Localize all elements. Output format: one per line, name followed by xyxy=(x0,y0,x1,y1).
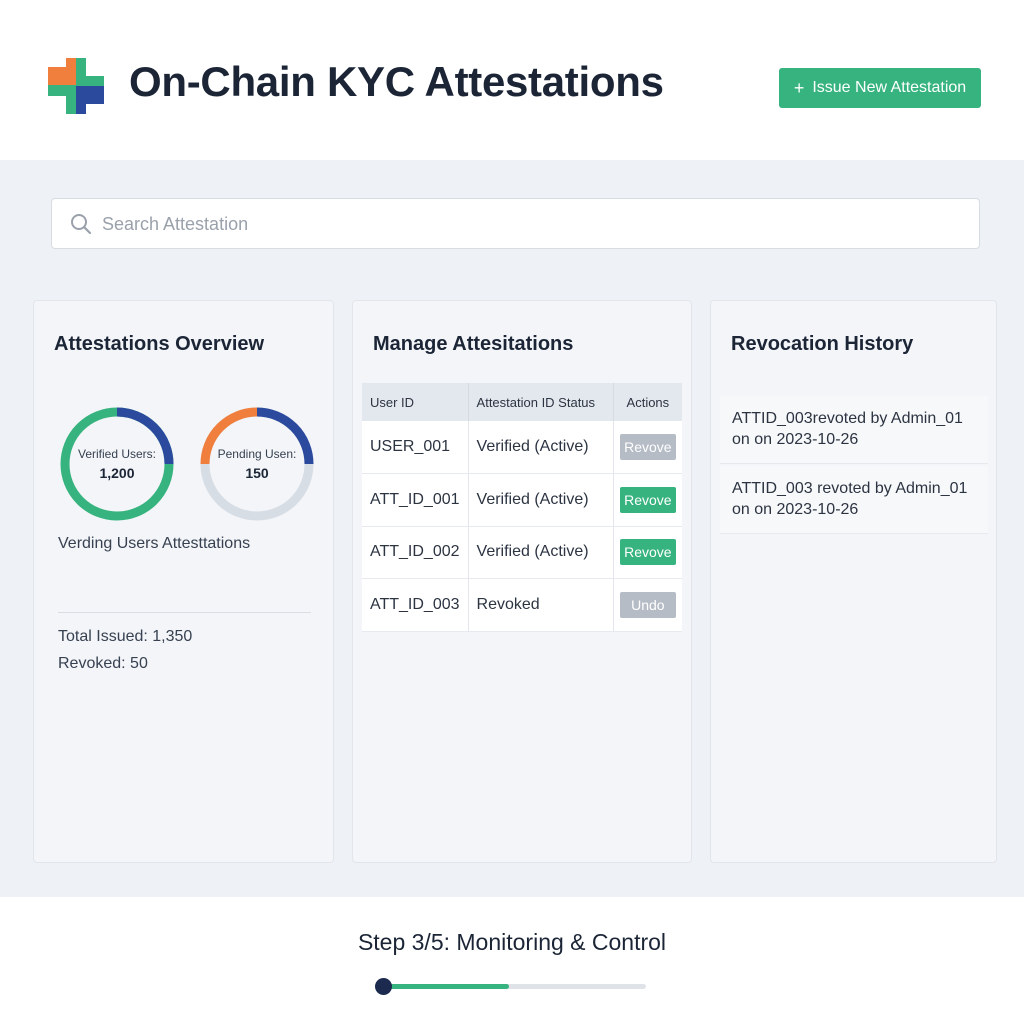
table-row: ATT_ID_002 Verified (Active) Revove xyxy=(362,526,682,579)
plus-icon: + xyxy=(793,78,805,98)
donut-value: 150 xyxy=(245,465,269,481)
donut-label: Pending Usen: xyxy=(217,447,297,461)
row-id: ATT_ID_001 xyxy=(362,473,469,527)
donut-value: 1,200 xyxy=(99,465,135,481)
issue-button-label: Issue New Attestation xyxy=(812,79,967,96)
progress-bar xyxy=(375,978,646,995)
manage-attestations-card: Manage Attesitations User ID Attestation… xyxy=(352,300,692,863)
search-icon xyxy=(71,214,92,235)
total-issued-stat: Total Issued: 1,350 xyxy=(58,628,193,645)
attestations-overview-card: Attestations Overview Verified Users: 1,… xyxy=(33,300,334,863)
table-row: ATT_ID_003 Revoked Undo xyxy=(362,578,682,632)
revoke-button[interactable]: Revove xyxy=(619,486,676,513)
row-status: Revoked xyxy=(468,578,614,632)
verified-users-donut: Verified Users: 1,200 xyxy=(58,405,176,523)
undo-button[interactable]: Undo xyxy=(619,591,676,618)
legend-text: Verding Users Attesttations xyxy=(58,535,251,552)
step-indicator-text: Step 3/5: Monitoring & Control xyxy=(357,929,667,955)
progress-fill xyxy=(383,984,510,989)
row-id: USER_001 xyxy=(362,421,469,474)
row-status: Verified (Active) xyxy=(468,473,614,527)
revocation-history-card: Revocation History ATTID_003revoted by A… xyxy=(710,300,997,863)
revoked-stat: Revoked: 50 xyxy=(58,655,148,672)
issue-new-attestation-button[interactable]: + Issue New Attestation xyxy=(779,68,981,108)
footer: Step 3/5: Monitoring & Control xyxy=(0,897,1024,1024)
search-bar[interactable] xyxy=(51,198,980,249)
page-title: On-Chain KYC Attestations xyxy=(129,58,664,105)
table-header-row: User ID Attestation ID Status Actions xyxy=(362,383,682,421)
history-title: Revocation History xyxy=(731,333,914,355)
progress-handle xyxy=(375,978,392,995)
app-logo xyxy=(48,58,104,114)
search-input[interactable] xyxy=(102,209,962,239)
header: On-Chain KYC Attestations + Issue New At… xyxy=(0,0,1024,160)
overview-title: Attestations Overview xyxy=(54,333,265,355)
attestations-table: User ID Attestation ID Status Actions US… xyxy=(362,383,682,632)
row-status: Verified (Active) xyxy=(468,526,614,579)
main-content: Attestations Overview Verified Users: 1,… xyxy=(0,160,1024,897)
table-row: USER_001 Verified (Active) Revove xyxy=(362,421,682,474)
history-item: ATTID_003revoted by Admin_01 on on 2023-… xyxy=(720,396,988,464)
row-status: Verified (Active) xyxy=(468,421,614,474)
table-row: ATT_ID_001 Verified (Active) Revove xyxy=(362,473,682,527)
row-id: ATT_ID_002 xyxy=(362,526,469,579)
manage-title: Manage Attesitations xyxy=(373,333,574,355)
revoke-button[interactable]: Revove xyxy=(619,539,676,566)
divider xyxy=(58,612,311,613)
pending-users-donut: Pending Usen: 150 xyxy=(198,405,316,523)
column-header: User ID xyxy=(362,383,469,421)
row-id: ATT_ID_003 xyxy=(362,578,469,632)
history-item: ATTID_003 revoted by Admin_01 on on 2023… xyxy=(720,466,988,534)
column-header: Attestation ID Status xyxy=(468,383,614,421)
donut-label: Verified Users: xyxy=(77,447,157,461)
revoke-button[interactable]: Revove xyxy=(619,434,676,460)
column-header: Actions xyxy=(613,383,682,421)
